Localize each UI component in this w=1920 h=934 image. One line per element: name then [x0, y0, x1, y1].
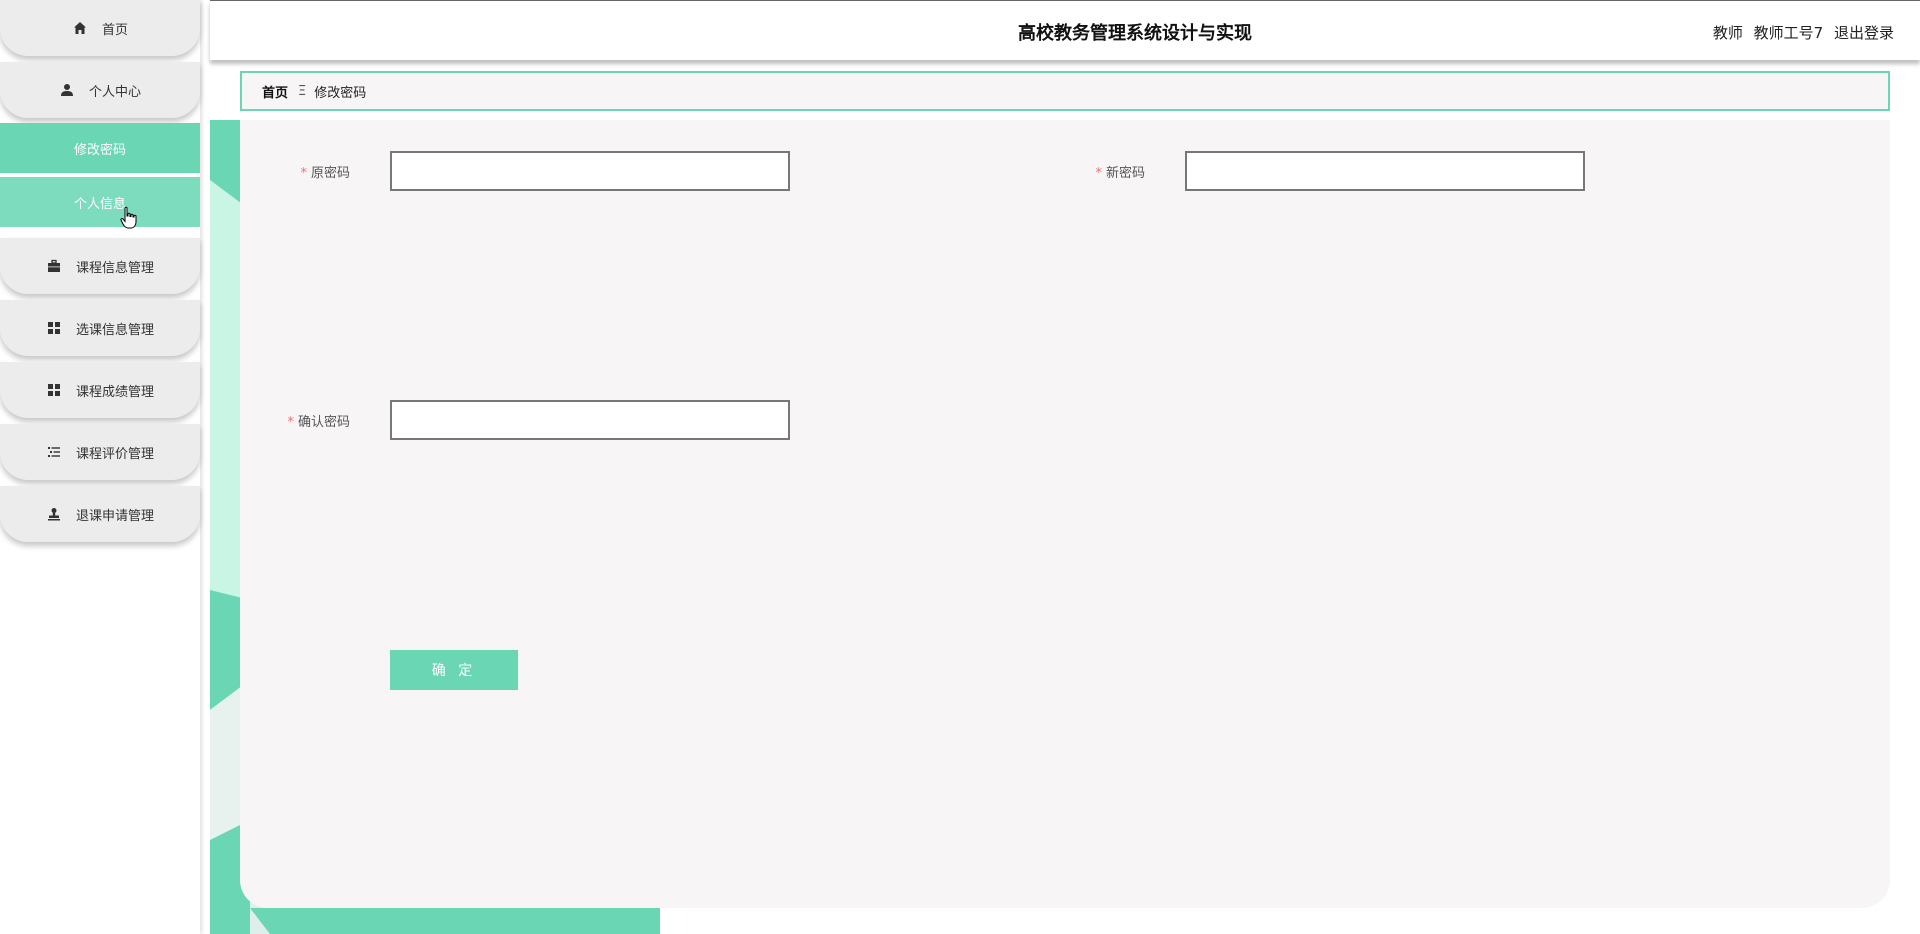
breadcrumb: 首页 Ξ 修改密码 — [240, 71, 1890, 111]
sidebar-item-course-info[interactable]: 课程信息管理 — [0, 238, 200, 294]
sidebar-item-course-selection[interactable]: 选课信息管理 — [0, 300, 200, 356]
old-password-input[interactable] — [390, 151, 790, 191]
grid-icon — [46, 382, 62, 398]
breadcrumb-home[interactable]: 首页 — [262, 82, 288, 101]
confirm-password-label: * 确认密码 — [287, 415, 350, 430]
sidebar-item-label: 课程成绩管理 — [75, 384, 154, 400]
required-mark: * — [300, 166, 307, 181]
breadcrumb-separator: Ξ — [298, 83, 307, 99]
required-mark: * — [1095, 166, 1102, 181]
user-name: 教师工号7 — [1753, 24, 1824, 42]
user-icon — [59, 82, 75, 98]
sidebar-item-label: 退课申请管理 — [75, 508, 154, 524]
sidebar-subitem-label: 修改密码 — [73, 142, 126, 158]
mouse-cursor-icon — [120, 206, 138, 234]
home-icon — [72, 20, 88, 36]
sidebar-item-home[interactable]: 首页 — [0, 0, 200, 56]
sidebar-subitem-label: 个人信息 — [73, 196, 126, 212]
sidebar-item-label: 首页 — [101, 22, 128, 38]
sidebar-item-withdrawal[interactable]: 退课申请管理 — [0, 486, 200, 542]
sidebar-item-course-grades[interactable]: 课程成绩管理 — [0, 362, 200, 418]
list-icon — [46, 444, 62, 460]
logout-link[interactable]: 退出登录 — [1834, 24, 1894, 42]
password-form-card: * 原密码 * 新密码 * 确认密码 确 定 — [240, 120, 1890, 908]
new-password-label: * 新密码 — [1095, 166, 1145, 181]
stamp-icon — [46, 506, 62, 522]
new-password-input[interactable] — [1185, 151, 1585, 191]
confirm-password-input[interactable] — [390, 400, 790, 440]
app-title: 高校教务管理系统设计与实现 — [1018, 23, 1252, 44]
required-mark: * — [287, 415, 294, 430]
sidebar-subitem-personal-info[interactable]: 个人信息 — [0, 177, 200, 227]
sidebar-item-label: 课程评价管理 — [75, 446, 154, 462]
submit-button[interactable]: 确 定 — [390, 650, 518, 690]
grid-icon — [46, 320, 62, 336]
sidebar: 首页 个人中心 修改密码 个人信息 课程信息管理 选课信息管理 课程成绩管理 课… — [0, 0, 200, 934]
sidebar-item-label: 选课信息管理 — [75, 322, 154, 338]
old-password-label: * 原密码 — [300, 166, 350, 181]
sidebar-item-course-evaluation[interactable]: 课程评价管理 — [0, 424, 200, 480]
sidebar-item-label: 课程信息管理 — [75, 260, 154, 276]
sidebar-item-personal-center[interactable]: 个人中心 — [0, 62, 200, 118]
sidebar-subitem-change-password[interactable]: 修改密码 — [0, 123, 200, 173]
user-info: 教师 教师工号7 退出登录 — [1707, 22, 1894, 43]
top-header: 高校教务管理系统设计与实现 教师 教师工号7 退出登录 — [210, 0, 1920, 60]
sidebar-item-label: 个人中心 — [88, 84, 141, 100]
user-role: 教师 — [1712, 24, 1743, 42]
briefcase-icon — [46, 258, 62, 274]
breadcrumb-current: 修改密码 — [314, 85, 367, 101]
